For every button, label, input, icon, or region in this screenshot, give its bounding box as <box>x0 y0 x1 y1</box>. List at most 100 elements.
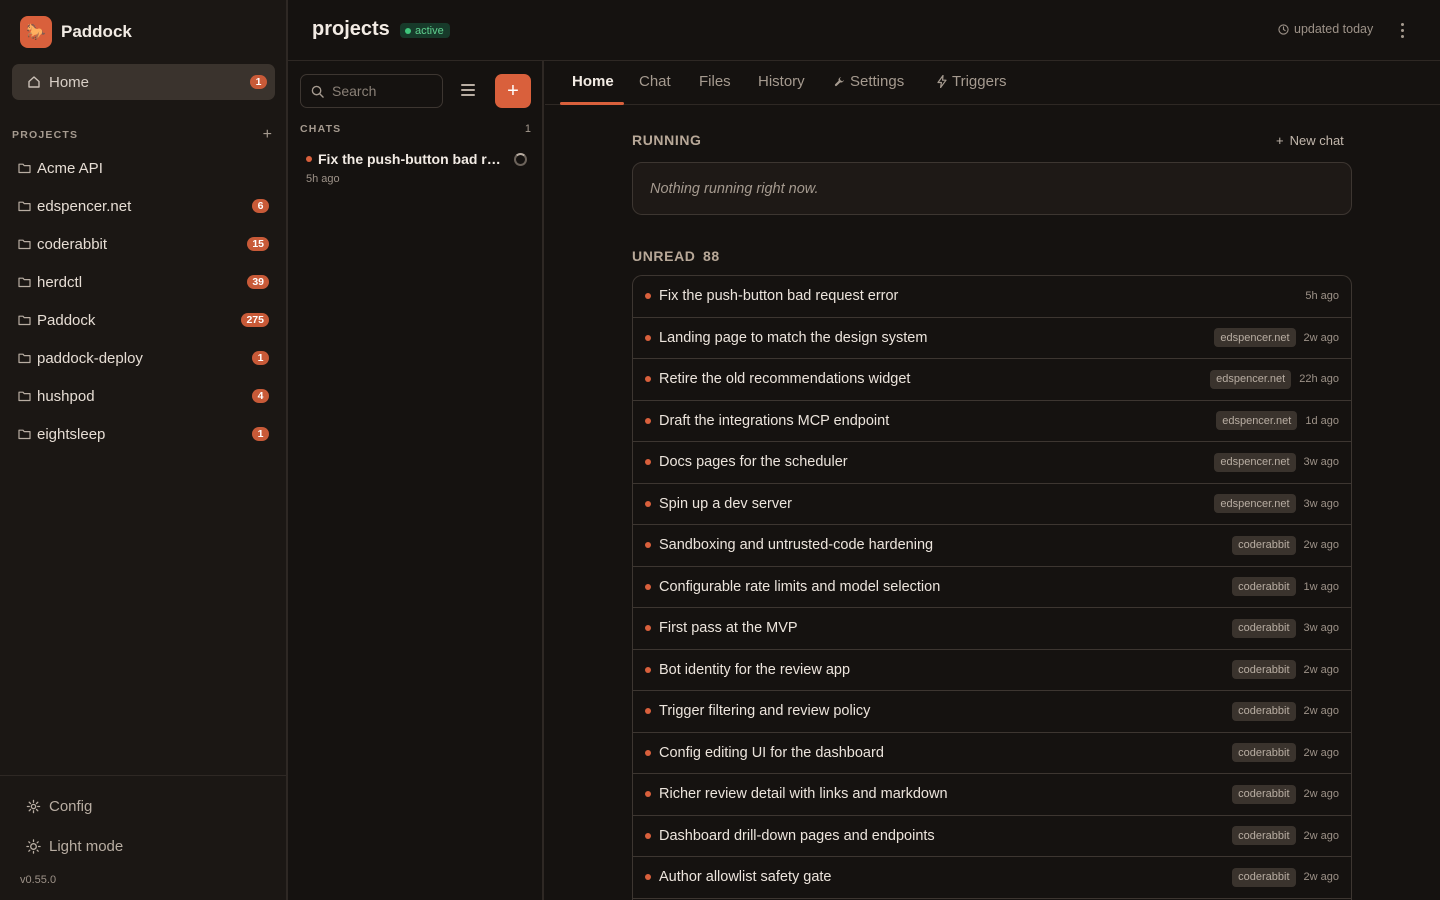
new-chat-link[interactable]: + New chat <box>1276 133 1344 148</box>
unread-row[interactable]: Dashboard drill-down pages and endpoints… <box>633 816 1351 857</box>
config-label: Config <box>49 798 93 815</box>
sidebar: 🐎 Paddock Home 1 PROJECTS + Acme API edsp… <box>0 0 288 900</box>
chat-time: 5h ago <box>306 173 340 185</box>
unread-count: 88 <box>703 248 720 264</box>
chats-header: CHATS 1 <box>300 123 532 135</box>
chats-count: 1 <box>524 123 531 135</box>
unread-row[interactable]: First pass at the MVP coderabbit 3w ago <box>633 608 1351 650</box>
unread-dot-icon <box>645 583 651 590</box>
unread-title: Docs pages for the scheduler <box>659 454 848 471</box>
folder-icon <box>18 200 31 212</box>
project-tag: coderabbit <box>1232 577 1296 597</box>
wrench-icon <box>834 76 845 87</box>
unread-time: 2w ago <box>1303 746 1339 759</box>
project-badge: 39 <box>247 275 269 289</box>
unread-row[interactable]: Docs pages for the scheduler edspencer.ne… <box>633 442 1351 484</box>
project-badge: 1 <box>252 427 269 441</box>
menu-line <box>461 89 475 91</box>
unread-title: Spin up a dev server <box>659 495 792 512</box>
sidebar-project-item[interactable]: paddock-deploy 1 <box>10 339 274 377</box>
project-name: Acme API <box>37 159 103 177</box>
project-name: edspencer.net <box>37 197 132 215</box>
project-tag: edspencer.net <box>1214 328 1296 348</box>
tab-label: Settings <box>850 73 905 90</box>
menu-lines-icon <box>461 84 475 86</box>
tab-chat[interactable]: Chat <box>639 73 671 90</box>
unread-section-title: UNREAD 88 <box>632 248 720 264</box>
unread-row[interactable]: Config editing UI for the dashboard coder… <box>633 733 1351 774</box>
sidebar-project-item[interactable]: herdctl 39 <box>10 263 274 301</box>
config-button[interactable]: Config <box>26 798 92 815</box>
unread-title: Config editing UI for the dashboard <box>659 744 884 761</box>
project-name: coderabbit <box>37 235 108 253</box>
unread-row[interactable]: Trigger filtering and review policy coder… <box>633 691 1351 733</box>
home-icon <box>27 75 41 89</box>
sidebar-project-item[interactable]: hushpod 4 <box>10 377 274 415</box>
filter-menu-button[interactable] <box>461 84 475 96</box>
unread-row[interactable]: Retire the old recommendations widget eds… <box>633 359 1351 401</box>
folder-icon <box>18 238 31 250</box>
tab-files[interactable]: Files <box>699 73 731 90</box>
add-project-button[interactable]: + <box>263 127 272 143</box>
sidebar-project-item[interactable]: coderabbit 15 <box>10 225 274 263</box>
unread-time: 3w ago <box>1303 497 1339 510</box>
folder-icon <box>18 352 31 364</box>
chat-title: Fix the push-button bad request error <box>318 151 506 167</box>
sidebar-project-item[interactable]: eightsleep 1 <box>10 415 274 453</box>
new-chat-button[interactable]: + <box>495 74 531 108</box>
tab-history[interactable]: History <box>758 73 805 90</box>
search-box[interactable] <box>300 74 443 108</box>
sidebar-project-item[interactable]: Acme API <box>10 149 274 187</box>
project-tag: edspencer.net <box>1214 494 1296 514</box>
project-tag: edspencer.net <box>1214 452 1296 472</box>
unread-time: 2w ago <box>1303 788 1339 801</box>
more-options-button[interactable] <box>1394 20 1410 40</box>
unread-row[interactable]: Fix the push-button bad request error 5h … <box>633 276 1351 318</box>
project-list: Acme API edspencer.net 6 coderabbit 15 herdct… <box>10 149 274 453</box>
sidebar-item-label: Home <box>49 73 90 91</box>
sidebar-project-item[interactable]: edspencer.net 6 <box>10 187 274 225</box>
unread-title: Bot identity for the review app <box>659 661 851 678</box>
chats-panel: + CHATS 1 Fix the push-button bad reques… <box>288 61 544 900</box>
tab-home[interactable]: Home <box>572 73 614 90</box>
project-name: eightsleep <box>37 425 106 443</box>
project-tag: coderabbit <box>1232 701 1296 721</box>
unread-row[interactable]: Bot identity for the review app coderabbi… <box>633 650 1351 691</box>
status-dot-icon <box>405 27 411 34</box>
folder-icon <box>18 314 31 326</box>
unread-row[interactable]: Draft the integrations MCP endpoint edspe… <box>633 401 1351 442</box>
sidebar-project-item[interactable]: Paddock 275 <box>10 301 274 339</box>
project-badge: 4 <box>252 389 269 403</box>
tab-label: History <box>758 73 805 90</box>
search-input[interactable] <box>332 83 432 99</box>
unread-row[interactable]: Author allowlist safety gate coderabbit 2w… <box>633 857 1351 899</box>
project-tag: coderabbit <box>1232 660 1296 680</box>
tab-settings[interactable]: Settings <box>834 73 904 90</box>
unread-time: 5h ago <box>1305 290 1339 303</box>
status-text: active <box>415 24 444 37</box>
new-chat-label: New chat <box>1289 133 1344 148</box>
projects-header: PROJECTS + <box>12 127 272 143</box>
tab-label: Home <box>572 73 614 90</box>
tab-triggers[interactable]: Triggers <box>937 73 1006 90</box>
brand[interactable]: 🐎 Paddock <box>20 16 132 48</box>
light-mode-toggle[interactable]: Light mode <box>26 838 123 855</box>
project-name: hushpod <box>37 387 95 405</box>
unread-row[interactable]: Configurable rate limits and model selec… <box>633 567 1351 608</box>
unread-dot-icon <box>645 293 651 300</box>
unread-title: Landing page to match the design system <box>659 329 928 346</box>
unread-row[interactable]: Landing page to match the design system e… <box>633 318 1351 359</box>
unread-dot-icon <box>645 334 651 341</box>
folder-icon <box>18 390 31 402</box>
unread-row[interactable]: Spin up a dev server edspencer.net 3w ago <box>633 484 1351 525</box>
clock-icon <box>1278 23 1289 35</box>
unread-row[interactable]: Sandboxing and untrusted-code hardening c… <box>633 525 1351 567</box>
project-tag: coderabbit <box>1232 867 1296 887</box>
chat-list-item[interactable]: Fix the push-button bad request error 5h… <box>306 151 528 185</box>
sidebar-item-home[interactable]: Home 1 <box>12 64 275 100</box>
unread-row[interactable]: Richer review detail with links and mark… <box>633 774 1351 816</box>
unread-title-text: UNREAD <box>632 248 696 264</box>
project-name: Paddock <box>37 311 96 329</box>
tab-label: Triggers <box>952 73 1007 90</box>
unread-dot-icon <box>645 708 651 715</box>
